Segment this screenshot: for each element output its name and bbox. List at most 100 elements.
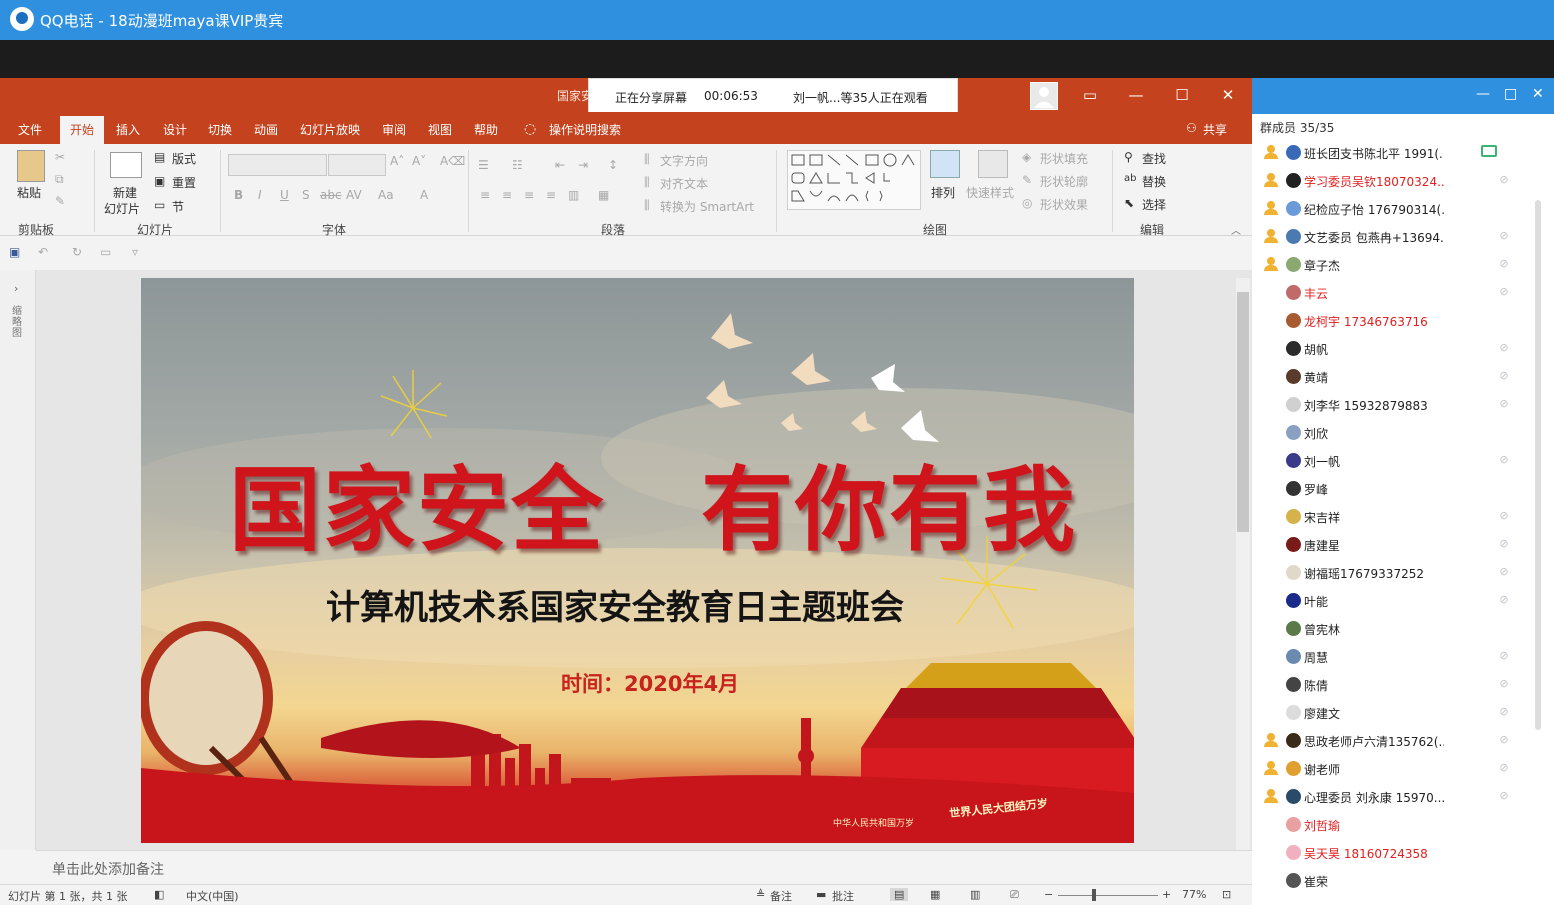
section-button[interactable]: 节 bbox=[172, 198, 184, 215]
paste-button[interactable]: 粘贴 bbox=[17, 184, 41, 201]
find-button[interactable]: 查找 bbox=[1142, 150, 1166, 167]
shape-effect-button[interactable]: 形状效果 bbox=[1040, 196, 1088, 213]
new-slide-label-2[interactable]: 幻灯片 bbox=[104, 200, 140, 217]
ribbon-display-button[interactable]: ▭ bbox=[1074, 82, 1106, 108]
strikethrough-icon[interactable]: abc bbox=[320, 188, 342, 202]
bullets-icon[interactable]: ☰ bbox=[478, 158, 489, 172]
member-row[interactable]: 谢老师 ⊘ bbox=[1252, 755, 1542, 783]
panel-maximize-button[interactable]: □ bbox=[1504, 86, 1517, 102]
decrease-indent-icon[interactable]: ⇤ bbox=[555, 158, 565, 172]
tab-slideshow[interactable]: 幻灯片放映 bbox=[300, 121, 360, 138]
member-row[interactable]: 陈倩 ⊘ bbox=[1252, 671, 1542, 699]
panel-close-button[interactable]: ✕ bbox=[1532, 86, 1544, 102]
replace-button[interactable]: 替换 bbox=[1142, 173, 1166, 190]
save-icon[interactable]: ▣ bbox=[9, 245, 20, 259]
member-row[interactable]: 曾宪林 bbox=[1252, 615, 1542, 643]
tab-insert[interactable]: 插入 bbox=[116, 121, 140, 138]
slide-sorter-icon[interactable]: ▦ bbox=[930, 888, 940, 901]
member-row[interactable]: 刘欣 bbox=[1252, 419, 1542, 447]
close-button[interactable]: ✕ bbox=[1212, 82, 1244, 108]
shape-outline-button[interactable]: 形状轮廓 bbox=[1040, 173, 1088, 190]
slide-canvas[interactable]: 国家安全 有你有我 计算机技术系国家安全教育日主题班会 时间：2020年4月 世… bbox=[141, 278, 1134, 843]
bold-icon[interactable]: B bbox=[234, 188, 243, 202]
arrange-button[interactable]: 排列 bbox=[931, 184, 955, 201]
member-row[interactable]: 周慧 ⊘ bbox=[1252, 643, 1542, 671]
member-row[interactable]: 丰云 ⊘ bbox=[1252, 279, 1542, 307]
tab-review[interactable]: 审阅 bbox=[382, 121, 406, 138]
change-case-icon[interactable]: Aa bbox=[378, 188, 394, 202]
shape-fill-button[interactable]: 形状填充 bbox=[1040, 150, 1088, 167]
fit-to-window-icon[interactable]: ⊡ bbox=[1222, 888, 1231, 901]
tab-animations[interactable]: 动画 bbox=[254, 121, 278, 138]
line-spacing-icon[interactable]: ↕ bbox=[608, 158, 618, 172]
member-row[interactable]: 唐建星 ⊘ bbox=[1252, 531, 1542, 559]
normal-view-icon[interactable]: ▤ bbox=[890, 888, 909, 901]
member-row[interactable]: 班长团支书陈北平 1991(... bbox=[1252, 139, 1542, 167]
smartart-button[interactable]: 转换为 SmartArt bbox=[660, 198, 754, 215]
format-painter-icon[interactable]: ✎ bbox=[55, 194, 65, 208]
member-row[interactable]: 崔荣 bbox=[1252, 867, 1542, 895]
redo-icon[interactable]: ↻ bbox=[72, 245, 82, 259]
reset-button[interactable]: 重置 bbox=[172, 174, 196, 191]
align-text-button[interactable]: 对齐文本 bbox=[660, 175, 708, 192]
font-name-dropdown[interactable] bbox=[228, 154, 327, 176]
align-center-icon[interactable]: ≡ bbox=[502, 188, 512, 202]
member-row[interactable]: 谢福瑶17679337252 ⊘ bbox=[1252, 559, 1542, 587]
reading-view-icon[interactable]: ▥ bbox=[970, 888, 980, 901]
shrink-font-icon[interactable]: A˅ bbox=[412, 154, 426, 168]
spell-check-icon[interactable]: ◧ bbox=[154, 888, 164, 901]
zoom-level[interactable]: 77% bbox=[1182, 888, 1206, 901]
tab-home[interactable]: 开始 bbox=[60, 116, 105, 144]
new-slide-label-1[interactable]: 新建 bbox=[113, 184, 137, 201]
distributed-icon[interactable]: ▥ bbox=[568, 188, 579, 202]
scroll-thumb[interactable] bbox=[1237, 292, 1249, 532]
language-indicator[interactable]: 中文(中国) bbox=[186, 888, 239, 904]
align-right-icon[interactable]: ≡ bbox=[524, 188, 534, 202]
member-row[interactable]: 思政老师卢六清135762(... ⊘ bbox=[1252, 727, 1542, 755]
member-row[interactable]: 章子杰 ⊘ bbox=[1252, 251, 1542, 279]
tab-transitions[interactable]: 切换 bbox=[208, 121, 232, 138]
tab-design[interactable]: 设计 bbox=[163, 121, 187, 138]
zoom-in-button[interactable]: + bbox=[1162, 888, 1171, 901]
zoom-slider[interactable] bbox=[1058, 895, 1158, 896]
member-row[interactable]: 刘一帆 ⊘ bbox=[1252, 447, 1542, 475]
align-left-icon[interactable]: ≡ bbox=[480, 188, 490, 202]
member-row[interactable]: 廖建文 ⊘ bbox=[1252, 699, 1542, 727]
text-direction-button[interactable]: 文字方向 bbox=[660, 152, 708, 169]
tell-me-search[interactable]: 操作说明搜索 bbox=[549, 121, 621, 138]
member-row[interactable]: 罗峰 bbox=[1252, 475, 1542, 503]
expand-thumbnails-icon[interactable]: › bbox=[14, 282, 18, 295]
italic-icon[interactable]: I bbox=[258, 188, 262, 202]
minimize-button[interactable]: — bbox=[1120, 82, 1152, 108]
layout-button[interactable]: 版式 bbox=[172, 150, 196, 167]
increase-indent-icon[interactable]: ⇥ bbox=[578, 158, 588, 172]
grow-font-icon[interactable]: A˄ bbox=[390, 154, 404, 168]
clear-format-icon[interactable]: A⌫ bbox=[440, 154, 465, 168]
start-slideshow-icon[interactable]: ▭ bbox=[100, 245, 111, 259]
slideshow-view-icon[interactable]: ⎚ bbox=[1010, 888, 1019, 902]
shadow-icon[interactable]: S bbox=[302, 188, 310, 202]
member-row[interactable]: 叶能 ⊘ bbox=[1252, 587, 1542, 615]
slide-vertical-scrollbar[interactable] bbox=[1236, 278, 1250, 850]
char-spacing-icon[interactable]: AV bbox=[346, 188, 362, 202]
comments-button[interactable]: 批注 bbox=[832, 888, 854, 904]
shapes-gallery[interactable] bbox=[787, 150, 921, 210]
member-row[interactable]: 心理委员 刘永康 15970... ⊘ bbox=[1252, 783, 1542, 811]
numbering-icon[interactable]: ☷ bbox=[512, 158, 523, 172]
member-row[interactable]: 学习委员吴钦18070324... ⊘ bbox=[1252, 167, 1542, 195]
member-row[interactable]: 刘哲瑜 bbox=[1252, 811, 1542, 839]
columns-icon[interactable]: ▦ bbox=[598, 188, 609, 202]
share-button[interactable]: 共享 bbox=[1203, 121, 1227, 138]
tab-file[interactable]: 文件 bbox=[18, 121, 42, 138]
copy-icon[interactable]: ⧉ bbox=[55, 172, 64, 187]
undo-icon[interactable]: ↶ bbox=[38, 245, 48, 259]
member-row[interactable]: 吴天昊 18160724358 bbox=[1252, 839, 1542, 867]
zoom-slider-thumb[interactable] bbox=[1092, 889, 1096, 901]
member-row[interactable]: 龙柯宇 17346763716 bbox=[1252, 307, 1542, 335]
select-button[interactable]: 选择 bbox=[1142, 196, 1166, 213]
account-avatar[interactable] bbox=[1030, 82, 1058, 110]
justify-icon[interactable]: ≡ bbox=[546, 188, 556, 202]
underline-icon[interactable]: U bbox=[280, 188, 289, 202]
font-color-icon[interactable]: A bbox=[420, 188, 428, 202]
notes-button[interactable]: 备注 bbox=[770, 888, 792, 904]
